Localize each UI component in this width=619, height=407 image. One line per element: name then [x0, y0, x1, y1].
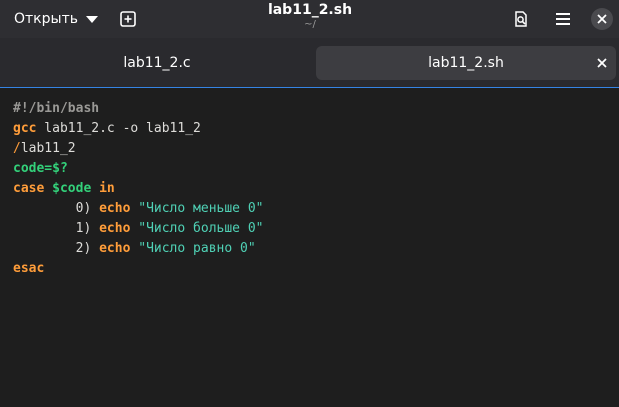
new-tab-button[interactable]: [113, 4, 143, 34]
window-title: lab11_2.sh: [267, 2, 353, 18]
open-button[interactable]: Открыть: [4, 5, 108, 32]
tab-lab11-2-sh[interactable]: lab11_2.sh: [316, 46, 616, 80]
tab-lab11-2-c[interactable]: lab11_2.c: [4, 46, 310, 80]
window-title-block: lab11_2.sh ~/: [200, 2, 420, 31]
search-button[interactable]: [506, 4, 536, 34]
tab-label: lab11_2.sh: [428, 55, 504, 71]
tab-label: lab11_2.c: [123, 55, 191, 71]
code-line-5: case $code in: [13, 181, 115, 196]
new-document-icon: [120, 11, 136, 27]
code-line-2: gcc lab11_2.c -o lab11_2: [13, 121, 201, 136]
code-line-3: /lab11_2: [13, 141, 76, 156]
close-icon: [597, 14, 607, 24]
close-circle: [591, 8, 613, 30]
main-menu-button[interactable]: [548, 4, 578, 34]
tab-close-button[interactable]: [594, 55, 610, 71]
window-subtitle: ~/: [304, 19, 316, 30]
code-line-1: #!/bin/bash: [13, 101, 100, 116]
window-close-button[interactable]: [587, 4, 617, 34]
find-in-document-icon: [515, 11, 527, 27]
hamburger-menu-icon: [556, 13, 570, 25]
code-line-8: 2) echo "Число равно 0": [75, 241, 256, 256]
close-icon: [597, 58, 607, 68]
text-editor[interactable]: #!/bin/bash gcc lab11_2.c -o lab11_2 /la…: [0, 89, 619, 407]
header-bar: Открыть lab11_2.sh ~/: [0, 0, 619, 38]
tab-bar: lab11_2.c lab11_2.sh: [0, 38, 619, 88]
chevron-down-icon: [85, 15, 98, 23]
code-line-9: esac: [13, 261, 45, 276]
code-line-6: 0) echo "Число меньше 0": [75, 201, 264, 216]
code-line-4: code=$?: [13, 161, 68, 176]
code-line-7: 1) echo "Число больше 0": [75, 221, 264, 236]
open-button-label: Открыть: [14, 10, 78, 27]
